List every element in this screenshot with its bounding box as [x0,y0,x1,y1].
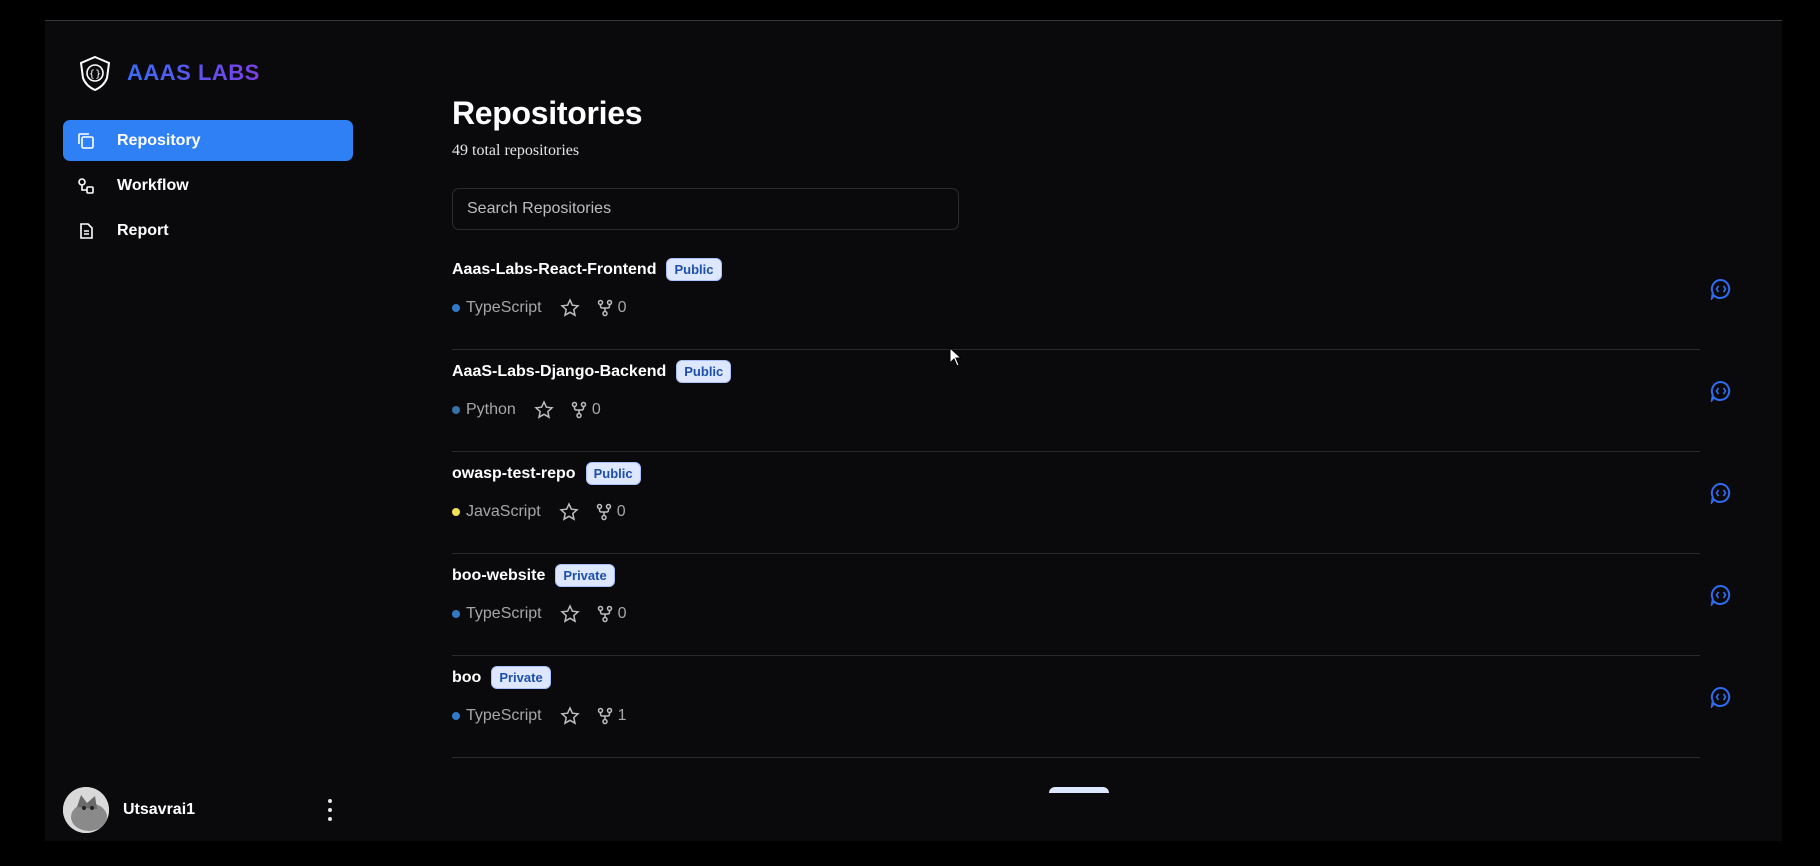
sidebar-nav: Repository Workflow Report [63,120,353,255]
language-color-dot [452,406,460,414]
repository-list: Aaas-Labs-React-Frontend Public TypeScri… [452,248,1731,758]
user-name: Utsavrai1 [123,801,196,818]
fork-count: 0 [616,503,626,520]
repository-meta: TypeScript 1 [452,706,627,726]
repository-language: TypeScript [466,299,542,316]
document-icon [76,221,96,241]
code-chat-icon[interactable] [1710,482,1732,504]
repository-name[interactable]: boo [452,669,481,687]
repository-meta: TypeScript 0 [452,604,627,624]
brand-name: AAAS LABS [127,60,260,85]
repository-name[interactable]: Aaas-Labs-React-Frontend [452,261,656,279]
fork-count: 0 [617,605,627,622]
sidebar-item-label: Report [117,221,169,239]
language-color-dot [452,304,460,312]
search-input[interactable] [452,188,959,230]
workflow-icon [76,176,96,196]
mouse-cursor [949,347,963,367]
repository-header: Aaas-Labs-React-Frontend Public [452,258,722,281]
repository-row[interactable]: AaaS-Labs-Django-Backend Public Python 0 [452,350,1731,452]
star-icon[interactable] [559,706,580,726]
sidebar-item-workflow[interactable]: Workflow [63,165,353,206]
repository-header: boo-website Private [452,564,615,587]
sidebar-item-report[interactable]: Report [63,210,353,251]
repository-row[interactable]: owasp-test-repo Public JavaScript 0 [452,452,1731,554]
code-chat-icon[interactable] [1710,686,1732,708]
repository-language: JavaScript [466,503,541,520]
fork-icon [597,707,612,725]
fork-icon [571,401,587,419]
repository-meta: TypeScript 0 [452,298,627,318]
bottom-fade [452,793,1782,841]
copy-icon [76,131,96,151]
app-window: {} AAAS LABS Repository Workflow Report … [45,21,1782,841]
sidebar: {} AAAS LABS Repository Workflow Report … [45,21,365,841]
fork-icon [597,605,612,623]
repository-header: AaaS-Labs-Django-Backend Public [452,360,732,383]
page-title: Repositories [452,95,643,131]
sidebar-item-label: Repository [117,131,201,149]
star-icon[interactable] [559,604,580,624]
visibility-badge: Private [555,564,615,587]
repository-row[interactable]: boo Private TypeScript 1 [452,656,1731,758]
language-color-dot [452,712,460,720]
repository-header: boo Private [452,666,551,689]
repository-meta: Python 0 [452,400,601,420]
avatar [63,787,109,833]
language-color-dot [452,610,460,618]
user-profile[interactable]: Utsavrai1 [63,787,353,833]
sidebar-item-repository[interactable]: Repository [63,120,353,161]
fork-icon [596,503,611,521]
code-chat-icon[interactable] [1710,584,1732,606]
repository-header: owasp-test-repo Public [452,462,641,485]
repository-count: 49 total repositories [452,142,580,159]
fork-icon [597,299,612,317]
brand-logo[interactable]: {} AAAS LABS [75,53,260,93]
visibility-badge: Public [585,462,641,485]
repository-row[interactable]: boo-website Private TypeScript 0 [452,554,1731,656]
repository-name[interactable]: boo-website [452,567,545,585]
repository-meta: JavaScript 0 [452,502,626,522]
repository-language: Python [466,401,516,418]
code-chat-icon[interactable] [1710,278,1732,300]
repository-name[interactable]: owasp-test-repo [452,465,576,483]
main-content: Repositories 49 total repositories Aaas-… [452,21,1731,841]
repository-language: TypeScript [466,605,542,622]
star-icon[interactable] [559,298,580,318]
fork-count: 0 [591,401,601,418]
more-options-icon[interactable] [323,799,337,821]
sidebar-item-label: Workflow [117,176,189,194]
repository-row[interactable]: Aaas-Labs-React-Frontend Public TypeScri… [452,248,1731,350]
visibility-badge: Public [666,258,722,281]
star-icon[interactable] [534,400,554,420]
visibility-badge: Public [676,360,732,383]
shield-code-icon: {} [75,53,115,93]
code-chat-icon[interactable] [1710,380,1732,402]
fork-count: 0 [617,299,627,316]
language-color-dot [452,508,460,516]
star-icon[interactable] [558,502,579,522]
repository-language: TypeScript [466,707,542,724]
fork-count: 1 [617,707,627,724]
repository-name[interactable]: AaaS-Labs-Django-Backend [452,363,666,381]
visibility-badge: Private [491,666,551,689]
svg-text:{}: {} [89,69,102,80]
